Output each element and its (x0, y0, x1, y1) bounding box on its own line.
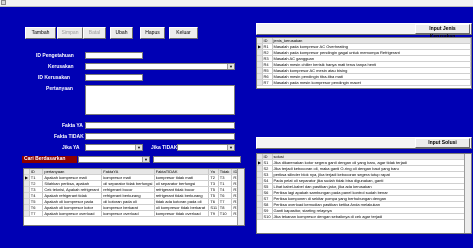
table-cell[interactable]: Apakah kompresor overload (42, 210, 103, 217)
jika-tidak-label: Jika TIDAK (151, 145, 178, 151)
table-row[interactable]: R7 Masalah pada mesin kompresor pendingin… (257, 79, 471, 86)
fakta-ya-label: Fakta YA (62, 123, 83, 129)
table-cell[interactable]: refrigerant tidak berkurang (154, 192, 210, 199)
input-jenis-kerusakan-button[interactable]: Input Jenis Kerusakan (415, 24, 470, 40)
chevron-down-icon[interactable]: ▼ (227, 64, 234, 69)
table-cell[interactable]: Jika tekanan kompresor dengan sebaiknya … (272, 213, 471, 220)
chevron-down-icon[interactable]: ▼ (135, 145, 142, 150)
kerusakan-select[interactable]: ▼ (85, 63, 235, 70)
pertanyaan-label: Pertanyaan (46, 86, 73, 92)
table-cell[interactable]: oil separator tidak berfungsi (101, 180, 155, 187)
fakta-tidak-input[interactable] (85, 133, 235, 140)
table-cell[interactable]: oli kompresor tidak berkarat (154, 204, 210, 211)
id-pengetahuan-input[interactable] (85, 52, 143, 59)
cari-berdasarkan-label: Cari Berdasarkan (22, 156, 77, 163)
table-cell[interactable]: Apakah oli kompresor kotor (42, 204, 103, 211)
ubah-button[interactable]: Ubah (110, 27, 133, 39)
id-pengetahuan-label: ID Pengetahuan (36, 53, 74, 59)
input-solusi-button[interactable]: Input Solusi (415, 138, 470, 148)
jika-tidak-select[interactable]: ▼ (177, 144, 235, 151)
pengetahuan-table[interactable]: ID pertanyaan FaktaYA FaktaTIDAK Ya Tida… (23, 168, 245, 226)
title-bar (0, 0, 473, 7)
table-cell[interactable]: Cek teknisi, Apakah refrigerant (42, 186, 103, 193)
jika-ya-label: Jika YA (62, 145, 80, 151)
jenis-kerusakan-table[interactable]: ID jenis_kerusakan ▶ R1 Masalah pada kompr… (256, 37, 472, 89)
table-row[interactable]: T6 Apakah oli kompresor kotor kompresor be… (24, 204, 244, 211)
batal-button[interactable]: Batal (83, 27, 106, 39)
pertanyaan-textarea[interactable] (85, 85, 235, 115)
table-cell[interactable]: T7 (29, 210, 44, 217)
solusi-header-bar: Input Solusi (256, 137, 472, 149)
table-row[interactable]: T5 Apakah oli kompresor pada oli kotoran p… (24, 198, 244, 205)
chevron-down-icon[interactable]: ▼ (227, 145, 234, 150)
keluar-button[interactable]: Keluar (169, 27, 198, 39)
table-cell[interactable]: kompresor tidak overload (154, 210, 210, 217)
table-row[interactable]: T2 Silahkan periksa, apakah oil separator … (24, 180, 244, 187)
table-cell[interactable]: tidak ada kotoran pada oli (154, 198, 210, 205)
table-row[interactable]: T7 Apakah kompresor overload kompresor ove… (24, 210, 244, 217)
table-cell[interactable]: T10 (218, 210, 233, 217)
jenis-kerusakan-header-bar: Input Jenis Kerusakan (256, 23, 472, 40)
hapus-button[interactable]: Hapus (140, 27, 165, 39)
table-cell[interactable]: S10 (262, 213, 273, 220)
app-window: Tambah Simpan Batal Ubah Hapus Keluar ID… (0, 0, 473, 248)
id-kerusakan-input[interactable] (85, 74, 143, 81)
tambah-button[interactable]: Tambah (25, 27, 56, 39)
chevron-down-icon[interactable]: ▼ (142, 157, 149, 162)
vertical-scrollbar[interactable] (464, 154, 471, 233)
jika-ya-select[interactable]: ▼ (85, 144, 143, 151)
fakta-tidak-label: Fakta TIDAK (54, 134, 84, 140)
cari-berdasarkan-select[interactable]: ▼ (78, 156, 150, 163)
window-control-icon[interactable] (1, 0, 6, 5)
table-cell[interactable]: Apakah oli kompresor pada (42, 198, 103, 205)
simpan-button[interactable]: Simpan (57, 27, 83, 39)
id-kerusakan-label: ID Kerusakan (38, 75, 70, 81)
table-cell[interactable]: R7 (262, 79, 273, 86)
vertical-scrollbar[interactable] (237, 169, 244, 225)
fakta-ya-input[interactable] (85, 122, 235, 129)
cari-input[interactable] (153, 156, 241, 163)
table-cell[interactable]: T9 (208, 210, 219, 217)
table-cell[interactable]: Masalah pada mesin kompresor pendingin m… (272, 79, 471, 86)
table-cell[interactable]: kompresor overload (101, 210, 155, 217)
table-cell[interactable]: S11 (208, 204, 219, 211)
table-row[interactable]: S10 Jika tekanan kompresor dengan sebaikn… (257, 213, 471, 220)
table-row[interactable]: T4 Apakah refrigerant tidak refrigerant be… (24, 192, 244, 199)
solusi-table[interactable]: ID solusi ▶ S1 Jika dikarenakan kotor sege… (256, 153, 472, 234)
kerusakan-label: Kerusakan (48, 64, 74, 70)
